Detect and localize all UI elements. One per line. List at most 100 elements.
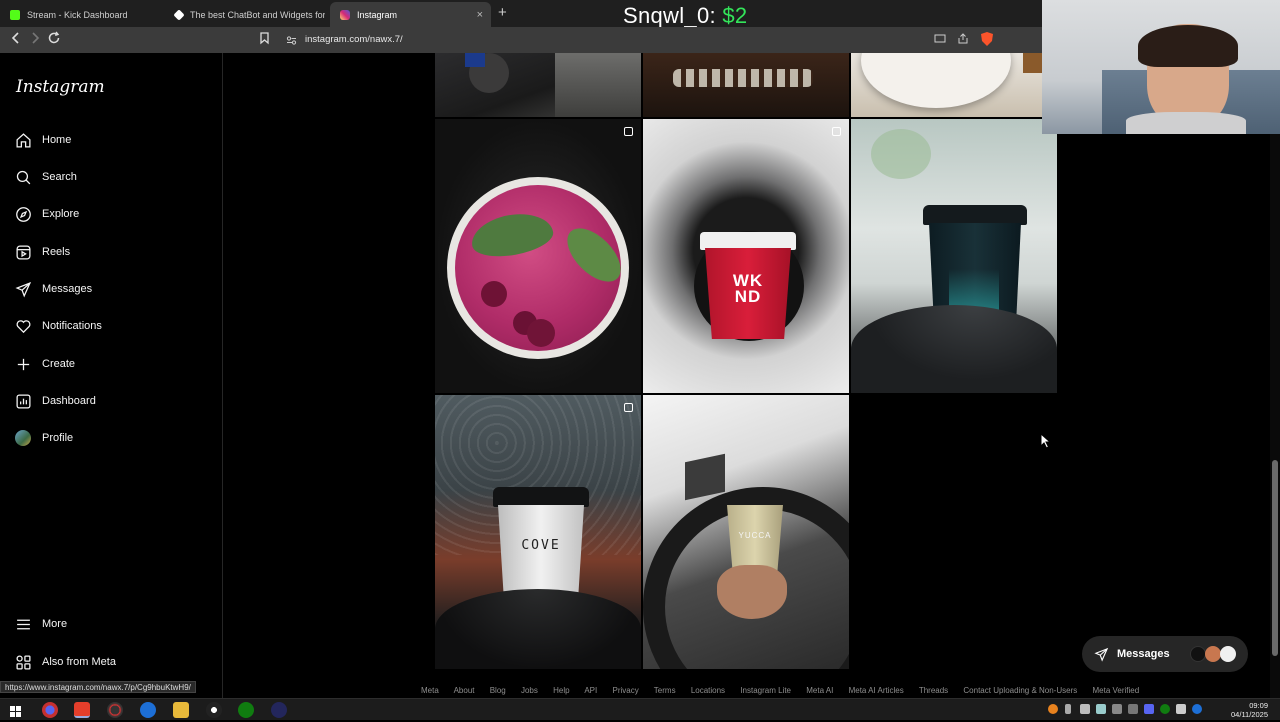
footer-link[interactable]: Meta — [421, 686, 439, 695]
cast-icon[interactable] — [934, 33, 946, 47]
tray-app-icon[interactable] — [1048, 704, 1058, 714]
cup-lid-shape — [493, 487, 589, 507]
reload-icon[interactable] — [48, 31, 61, 48]
kick-favicon-icon — [10, 9, 20, 20]
brave-taskbar-icon[interactable] — [74, 702, 90, 718]
avatar — [1220, 646, 1236, 662]
system-clock[interactable]: 09:09 04/11/2025 — [1231, 701, 1268, 719]
sidebar-item-also-from-meta[interactable]: Also from Meta — [14, 650, 116, 674]
bookmark-icon[interactable] — [259, 31, 270, 48]
instagram-footer: Meta About Blog Jobs Help API Privacy Te… — [421, 686, 1152, 695]
post-thumbnail[interactable] — [851, 53, 1057, 117]
sidebar-item-notifications[interactable]: Notifications — [14, 314, 102, 338]
tab-title: Stream - Kick Dashboard — [27, 9, 128, 20]
beads-shape — [673, 69, 813, 87]
footer-link[interactable]: Threads — [919, 686, 948, 695]
volume-icon[interactable] — [1080, 704, 1090, 714]
microphone-icon[interactable] — [1065, 704, 1071, 714]
instagram-favicon-icon — [340, 9, 350, 20]
app-taskbar-icon[interactable] — [271, 702, 287, 718]
tray-app-icon[interactable] — [1128, 704, 1138, 714]
close-tab-icon[interactable]: × — [477, 9, 483, 21]
scrollbar-thumb[interactable] — [1272, 460, 1278, 656]
sidebar-item-more[interactable]: More — [14, 612, 67, 636]
cup-lid-shape — [923, 205, 1027, 225]
tab-instagram[interactable]: Instagram × — [330, 2, 491, 27]
post-thumbnail[interactable] — [643, 53, 849, 117]
app-taskbar-icon[interactable] — [140, 702, 156, 718]
url-field[interactable]: instagram.com/nawx.7/ — [305, 34, 403, 45]
post-thumbnail[interactable]: YUCCA — [643, 395, 849, 669]
stream-donation-overlay: Snqwl_0: $2 — [623, 3, 747, 29]
blurred-tree-shape — [871, 129, 931, 179]
footer-link[interactable]: Instagram Lite — [740, 686, 791, 695]
footer-link[interactable]: Terms — [654, 686, 676, 695]
post-thumbnail[interactable] — [435, 119, 641, 393]
avatar — [1205, 646, 1221, 662]
new-tab-button[interactable]: + — [498, 4, 507, 21]
sidebar-item-home[interactable]: Home — [14, 128, 71, 152]
menu-icon — [14, 615, 32, 633]
sidebar-item-profile[interactable]: Profile — [14, 426, 73, 450]
table-surface — [555, 53, 641, 117]
footer-link[interactable]: Help — [553, 686, 569, 695]
site-info-icon[interactable] — [286, 33, 297, 49]
clock-time: 09:09 — [1249, 701, 1268, 710]
forward-icon[interactable] — [29, 31, 41, 48]
sidebar-item-messages[interactable]: Messages — [14, 277, 92, 301]
sidebar-item-reels[interactable]: Reels — [14, 240, 70, 264]
post-thumbnail[interactable] — [435, 53, 641, 117]
tray-app-icon[interactable] — [1192, 704, 1202, 714]
sidebar-item-label: Reels — [42, 246, 71, 258]
footer-link[interactable]: Jobs — [521, 686, 538, 695]
sidebar-item-label: Search — [42, 171, 77, 183]
tray-app-icon[interactable] — [1176, 704, 1186, 714]
file-explorer-icon[interactable] — [173, 702, 189, 718]
footer-link[interactable]: API — [584, 686, 597, 695]
settings-taskbar-icon[interactable] — [206, 702, 222, 718]
cup-text-wknd: WK ND — [732, 271, 764, 306]
brave-shield-icon[interactable] — [980, 31, 994, 50]
heart-icon — [14, 317, 32, 335]
xbox-tray-icon[interactable] — [1160, 704, 1170, 714]
instagram-logo[interactable]: Instagram — [16, 77, 105, 97]
discord-tray-icon[interactable] — [1144, 704, 1154, 714]
obs-taskbar-icon[interactable] — [107, 702, 123, 718]
share-icon[interactable] — [957, 33, 969, 47]
windows-taskbar: 09:09 04/11/2025 — [0, 698, 1280, 720]
app-taskbar-icon[interactable] — [42, 702, 58, 718]
send-icon — [14, 280, 32, 298]
sidebar-item-create[interactable]: Create — [14, 352, 75, 376]
footer-link[interactable]: Blog — [490, 686, 506, 695]
tab-kick-dashboard[interactable]: Stream - Kick Dashboard — [0, 2, 163, 27]
sidebar-item-explore[interactable]: Explore — [14, 202, 79, 226]
footer-link[interactable]: Contact Uploading & Non-Users — [963, 686, 1077, 695]
tab-chatbot[interactable]: The best ChatBot and Widgets for Ki — [165, 2, 325, 27]
streamer-webcam — [1042, 0, 1280, 134]
windows-start-icon[interactable] — [10, 704, 21, 722]
footer-link[interactable]: About — [454, 686, 475, 695]
sidebar-item-search[interactable]: Search — [14, 165, 77, 189]
page-scrollbar[interactable] — [1270, 134, 1280, 698]
post-thumbnail[interactable] — [851, 119, 1057, 393]
back-icon[interactable] — [10, 31, 22, 48]
footer-link[interactable]: Privacy — [612, 686, 638, 695]
cup-text-yucca: YUCCA — [738, 531, 772, 540]
footer-link[interactable]: Meta AI Articles — [849, 686, 904, 695]
footer-link[interactable]: Meta Verified — [1092, 686, 1139, 695]
messages-label: Messages — [1117, 648, 1170, 660]
link-status-tooltip: https://www.instagram.com/nawx.7/p/Cg9hb… — [0, 681, 196, 693]
white-cup-shape — [498, 505, 584, 601]
post-thumbnail[interactable]: COVE — [435, 395, 641, 669]
post-thumbnail[interactable]: WK ND — [643, 119, 849, 393]
telegram-icon[interactable] — [1096, 704, 1106, 714]
messages-floating-button[interactable]: Messages — [1082, 636, 1248, 672]
send-icon — [1094, 647, 1109, 662]
bot-favicon-icon — [173, 8, 185, 21]
footer-link[interactable]: Meta AI — [806, 686, 833, 695]
cup-text-cove: COVE — [521, 538, 561, 553]
footer-link[interactable]: Locations — [691, 686, 725, 695]
sidebar-item-dashboard[interactable]: Dashboard — [14, 389, 96, 413]
xbox-taskbar-icon[interactable] — [238, 702, 254, 718]
network-icon[interactable] — [1112, 704, 1122, 714]
